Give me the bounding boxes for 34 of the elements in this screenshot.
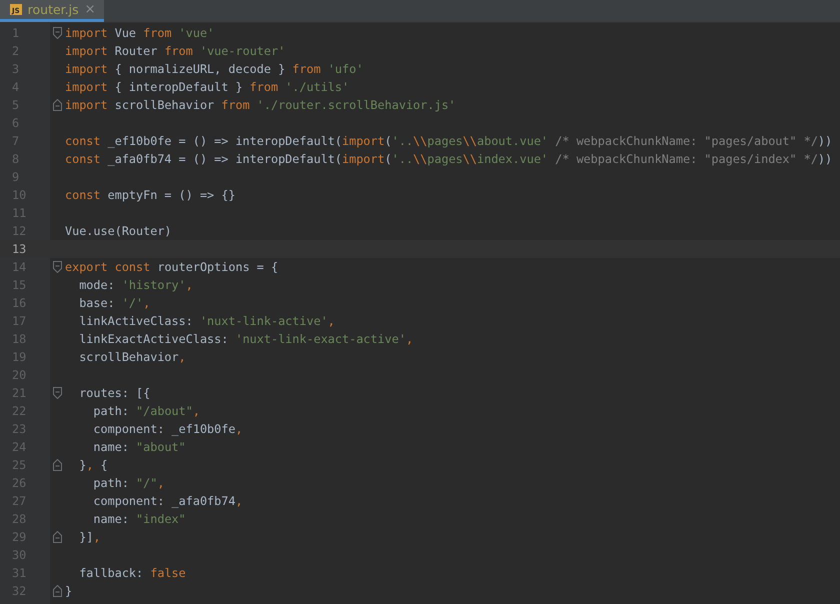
- code-line: import { normalizeURL, decode } from 'ufo': [65, 62, 364, 76]
- code-line: export const routerOptions = {: [65, 260, 278, 274]
- code-line: import scrollBehavior from './router.scrollBehavior.js': [65, 98, 456, 112]
- code-line: component: _ef10b0fe,: [92, 422, 243, 436]
- code-line: }: [65, 584, 72, 598]
- code-line: base: '/',: [78, 296, 150, 310]
- code-line: import Vue from 'vue': [65, 26, 214, 40]
- code-line: path: "/about",: [92, 404, 200, 418]
- code-line: import { interopDefault } from './utils': [65, 80, 350, 94]
- code-line: linkExactActiveClass: 'nuxt-link-exact-active',: [78, 332, 414, 346]
- line-number: 13: [11, 242, 28, 256]
- code-line: fallback: false: [78, 566, 186, 580]
- code-line: }],: [78, 530, 101, 544]
- fold-icon[interactable]: [53, 531, 62, 543]
- code-line: const _afa0fb74 = () => interopDefault(import('..\\pages\\index.vue' /* webpackChunkName: "pages/index" */)): [65, 152, 832, 166]
- code-line: name: "about": [92, 440, 186, 454]
- fold-icon[interactable]: [53, 459, 62, 471]
- code-line: Vue.use(Router): [65, 224, 172, 238]
- code-line: linkActiveClass: 'nuxt-link-active',: [78, 314, 335, 328]
- fold-icon[interactable]: [53, 387, 62, 399]
- code-line: scrollBehavior,: [78, 350, 186, 364]
- fold-icon[interactable]: [53, 27, 62, 39]
- code-line: routes: [{: [78, 386, 150, 400]
- code-line: mode: 'history',: [78, 278, 193, 292]
- code-line: component: _afa0fb74,: [92, 494, 243, 508]
- fold-icon[interactable]: [53, 99, 62, 111]
- code-line: path: "/",: [92, 476, 164, 490]
- code-line: const emptyFn = () => {}: [65, 188, 236, 202]
- code-line: name: "index": [92, 512, 186, 526]
- fold-icon[interactable]: [53, 585, 62, 597]
- code-line: import Router from 'vue-router': [65, 44, 286, 58]
- fold-icon[interactable]: [53, 261, 62, 273]
- code-line: const _ef10b0fe = () => interopDefault(import('..\\pages\\about.vue' /* webpackChunkName: "pages/about" */)): [65, 134, 832, 148]
- code-line: }, {: [78, 458, 108, 472]
